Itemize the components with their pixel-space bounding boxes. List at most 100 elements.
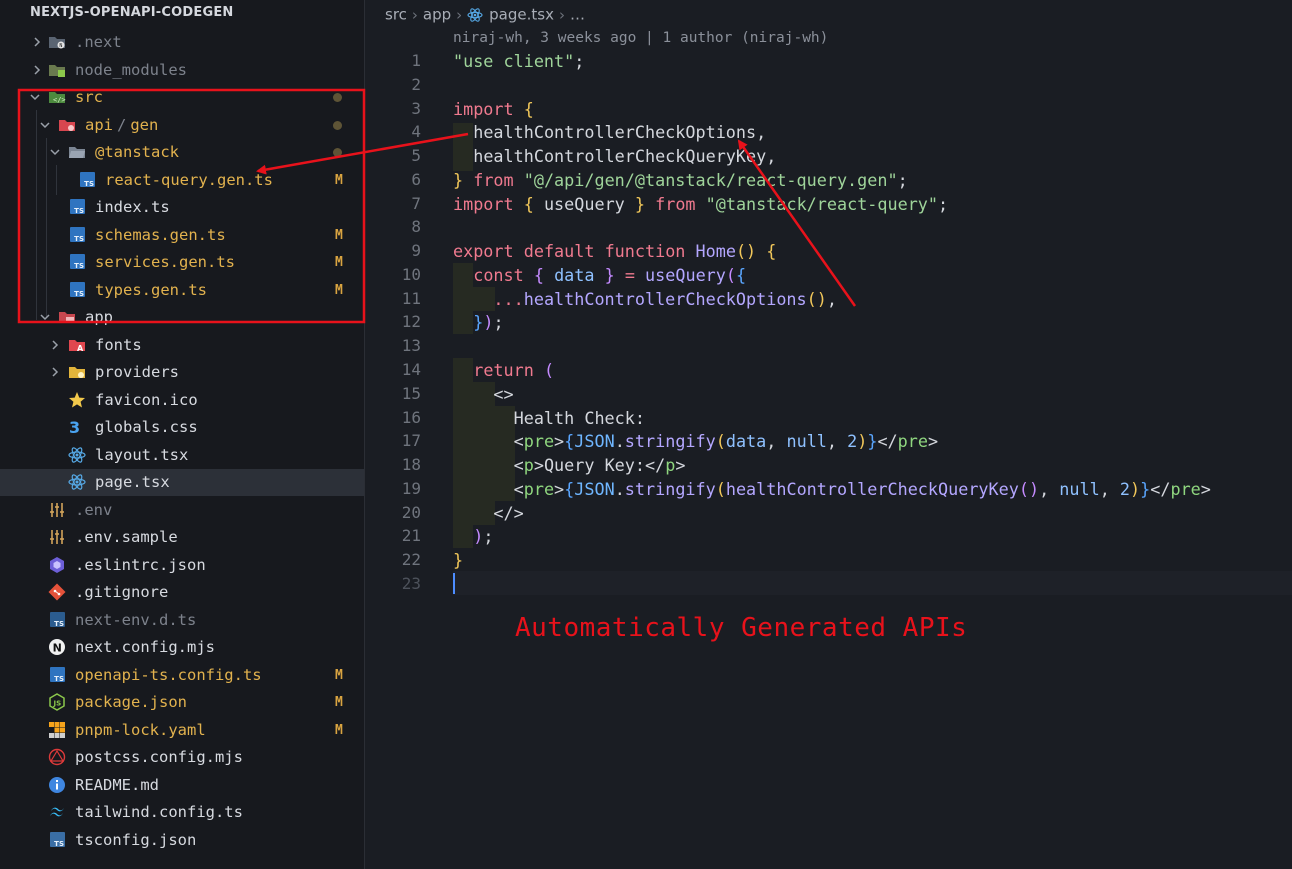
tree-item-fonts[interactable]: A fonts xyxy=(0,332,364,359)
tree-item-react-query-gen[interactable]: TS react-query.gen.ts M xyxy=(0,167,364,194)
tree-item-globals-css[interactable]: 3 globals.css xyxy=(0,414,364,441)
tree-item-env-sample[interactable]: .env.sample xyxy=(0,524,364,551)
code-line-1[interactable]: "use client"; xyxy=(453,49,584,73)
chevron-down-icon[interactable] xyxy=(38,304,52,331)
postcss-icon xyxy=(48,748,66,766)
breadcrumb-src[interactable]: src xyxy=(385,6,407,24)
git-blame-lens[interactable]: niraj-wh, 3 weeks ago | 1 author (niraj-… xyxy=(453,30,828,46)
tree-item-next-config[interactable]: N next.config.mjs xyxy=(0,634,364,661)
src-folder-icon: </> xyxy=(48,88,66,106)
code-line-4[interactable]: healthControllerCheckOptions, xyxy=(453,120,766,144)
code-line-18[interactable]: <p>Query Key:</p> xyxy=(453,453,686,477)
tree-item-src[interactable]: </> src xyxy=(0,84,364,111)
text-cursor xyxy=(453,573,455,594)
line-number: 12 xyxy=(401,312,421,331)
tree-item-node-modules[interactable]: node_modules xyxy=(0,57,364,84)
tree-item-pnpm-lock[interactable]: pnpm-lock.yaml M xyxy=(0,717,364,744)
git-icon xyxy=(48,583,66,601)
annotation-label: Automatically Generated APIs xyxy=(515,613,968,643)
chevron-down-icon[interactable] xyxy=(48,139,62,166)
tree-item-types-gen[interactable]: TS types.gen.ts M xyxy=(0,277,364,304)
star-icon xyxy=(68,391,86,409)
line-number: 17 xyxy=(401,431,421,450)
chevron-down-icon[interactable] xyxy=(38,112,52,139)
code-line-6[interactable]: } from "@/api/gen/@tanstack/react-query.… xyxy=(453,168,908,192)
tree-item-tanstack[interactable]: @tanstack xyxy=(0,139,364,166)
tree-item-layout-tsx[interactable]: layout.tsx xyxy=(0,442,364,469)
tree-item-readme[interactable]: README.md xyxy=(0,772,364,799)
code-line-15[interactable]: <> xyxy=(453,382,513,406)
settings-sliders-icon xyxy=(48,528,66,546)
code-line-16[interactable]: Health Check: xyxy=(453,406,645,430)
code-line-22[interactable]: } xyxy=(453,548,463,572)
line-number: 15 xyxy=(401,384,421,403)
tree-item-package-json[interactable]: JS package.json M xyxy=(0,689,364,716)
chevron-right-icon[interactable] xyxy=(48,332,62,359)
line-number: 4 xyxy=(411,122,421,141)
line-number: 13 xyxy=(401,336,421,355)
code-line-3[interactable]: import { xyxy=(453,97,534,121)
tree-item-next-env[interactable]: TS next-env.d.ts xyxy=(0,607,364,634)
line-number: 21 xyxy=(401,526,421,545)
svg-text:N: N xyxy=(59,43,62,49)
code-line-7[interactable]: import { useQuery } from "@tanstack/reac… xyxy=(453,192,948,216)
tree-item-providers[interactable]: providers xyxy=(0,359,364,386)
line-number: 10 xyxy=(401,265,421,284)
tree-item-page-tsx[interactable]: page.tsx xyxy=(0,469,364,496)
chevron-right-icon[interactable] xyxy=(30,29,44,56)
typescript-icon: TS xyxy=(70,199,85,215)
tree-item-index[interactable]: TS index.ts xyxy=(0,194,364,221)
line-number: 18 xyxy=(401,455,421,474)
chevron-right-icon[interactable] xyxy=(30,57,44,84)
tree-item-gitignore[interactable]: .gitignore xyxy=(0,579,364,606)
tree-item-services-gen[interactable]: TS services.gen.ts M xyxy=(0,249,364,276)
code-line-20[interactable]: </> xyxy=(453,501,523,525)
svg-text:JS: JS xyxy=(53,700,62,708)
chevron-right-icon[interactable] xyxy=(48,359,62,386)
pnpm-icon xyxy=(48,721,66,739)
tree-item-openapi-config[interactable]: TS openapi-ts.config.ts M xyxy=(0,662,364,689)
tree-item-env[interactable]: .env xyxy=(0,497,364,524)
modified-badge: M xyxy=(335,668,343,683)
code-line-14[interactable]: return ( xyxy=(453,358,554,382)
code-line-17[interactable]: <pre>{JSON.stringify(data, null, 2)}</pr… xyxy=(453,429,938,453)
modified-badge: M xyxy=(335,283,343,298)
svg-text:3: 3 xyxy=(69,418,80,436)
tree-item-api-gen[interactable]: api / gen xyxy=(0,112,364,139)
chevron-down-icon[interactable] xyxy=(28,84,42,111)
line-number: 9 xyxy=(411,241,421,260)
code-line-19[interactable]: <pre>{JSON.stringify(healthControllerChe… xyxy=(453,477,1211,501)
tree-item-tsconfig[interactable]: TS tsconfig.json xyxy=(0,827,364,854)
breadcrumb-page-tsx[interactable]: page.tsx xyxy=(489,6,554,24)
tree-item-eslintrc[interactable]: .eslintrc.json xyxy=(0,552,364,579)
code-line-21[interactable]: ); xyxy=(453,524,493,548)
breadcrumb-more[interactable]: … xyxy=(570,6,585,24)
code-line-9[interactable]: export default function Home() { xyxy=(453,239,776,263)
app-folder-icon xyxy=(58,308,76,326)
fonts-folder-icon: A xyxy=(68,336,86,354)
modified-badge: M xyxy=(335,723,343,738)
code-line-12[interactable]: }); xyxy=(453,310,503,334)
tree-item-tailwind-config[interactable]: tailwind.config.ts xyxy=(0,799,364,826)
modified-dot xyxy=(333,93,342,102)
tree-item-favicon[interactable]: favicon.ico xyxy=(0,387,364,414)
tree-item-schemas-gen[interactable]: TS schemas.gen.ts M xyxy=(0,222,364,249)
code-line-5[interactable]: healthControllerCheckQueryKey, xyxy=(453,144,776,168)
code-editor[interactable]: src › app › page.tsx ›… niraj-wh, 3 weeks ago… xyxy=(365,0,1292,869)
tree-item-next[interactable]: N .next xyxy=(0,29,364,56)
tailwind-icon xyxy=(48,803,66,821)
code-line-10[interactable]: const { data } = useQuery({ xyxy=(453,263,746,287)
explorer-sidebar: NEXTJS-OPENAPI-CODEGEN N .next node_modu… xyxy=(0,0,365,869)
line-number: 5 xyxy=(411,146,421,165)
modified-badge: M xyxy=(335,173,343,188)
code-line-11[interactable]: ...healthControllerCheckOptions(), xyxy=(453,287,837,311)
folder-open-icon xyxy=(68,143,86,161)
line-number: 1 xyxy=(411,51,421,70)
explorer-title: NEXTJS-OPENAPI-CODEGEN xyxy=(30,5,234,20)
react-icon xyxy=(68,473,86,491)
typescript-icon: TS xyxy=(80,172,95,188)
nextjs-icon: N xyxy=(48,638,66,656)
breadcrumb-app[interactable]: app xyxy=(423,6,451,24)
tree-item-app[interactable]: app xyxy=(0,304,364,331)
tree-item-postcss-config[interactable]: postcss.config.mjs xyxy=(0,744,364,771)
